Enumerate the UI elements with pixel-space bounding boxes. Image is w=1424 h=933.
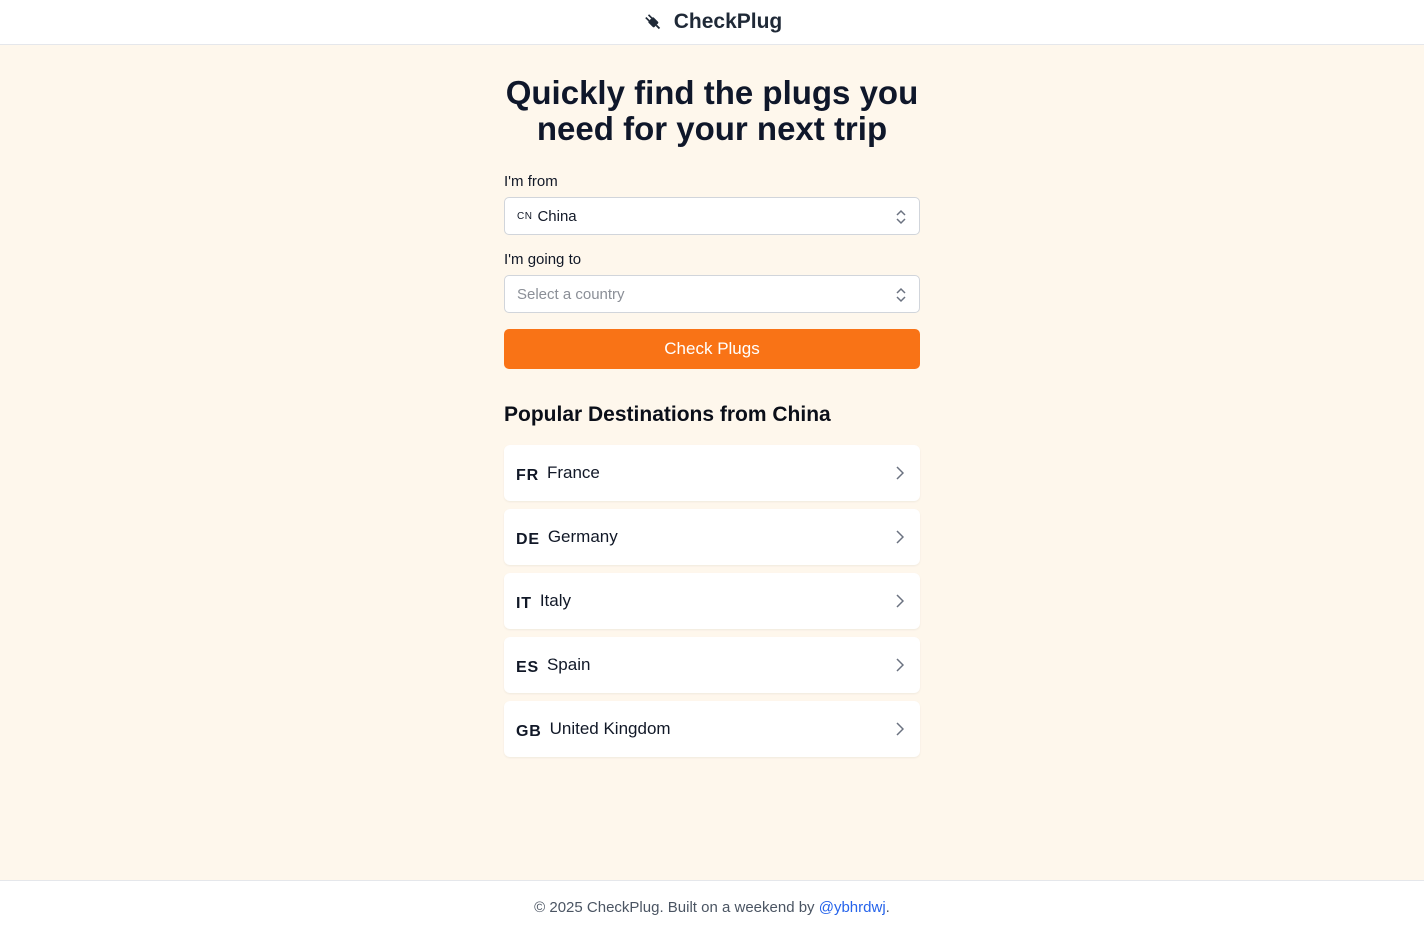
country-name: Italy [539, 591, 572, 610]
plug-icon [642, 11, 664, 33]
chevron-up-down-icon [895, 286, 907, 304]
check-plugs-button[interactable]: Check Plugs [504, 329, 920, 369]
to-country-select[interactable]: Select a country [504, 275, 920, 313]
destination-item-italy[interactable]: IT Italy [504, 573, 920, 629]
destination-item-spain[interactable]: ES Spain [504, 637, 920, 693]
country-code: IT [516, 594, 532, 612]
chevron-right-icon [896, 594, 905, 608]
to-label: I'm going to [504, 251, 582, 268]
author-link[interactable]: @ybhrdwj [819, 899, 886, 916]
main-content: Quickly find the plugs you need for your… [504, 45, 920, 765]
country-code: DE [516, 530, 540, 548]
destination-item-france[interactable]: FR France [504, 445, 920, 501]
popular-destinations-title: Popular Destinations from China [504, 403, 831, 426]
chevron-right-icon [896, 530, 905, 544]
destination-list: FR France DE Germany IT Italy ES Spain G… [504, 445, 920, 757]
country-name: Spain [546, 655, 591, 674]
destination-item-germany[interactable]: DE Germany [504, 509, 920, 565]
country-code: GB [516, 722, 542, 740]
from-label: I'm from [504, 173, 558, 190]
chevron-up-down-icon [895, 208, 907, 226]
chevron-right-icon [896, 658, 905, 672]
country-name: France [546, 463, 600, 482]
destination-item-united-kingdom[interactable]: GB United Kingdom [504, 701, 920, 757]
from-country-select[interactable]: CN China [504, 197, 920, 235]
footer: © 2025 CheckPlug. Built on a weekend by … [0, 880, 1424, 933]
to-country-placeholder: Select a country [517, 285, 625, 303]
country-code: FR [516, 466, 539, 484]
country-name: United Kingdom [549, 719, 671, 738]
country-name: Germany [547, 527, 618, 546]
chevron-right-icon [896, 466, 905, 480]
page-title: Quickly find the plugs you need for your… [505, 74, 919, 147]
brand-name[interactable]: CheckPlug [674, 10, 783, 34]
footer-text: © 2025 CheckPlug. Built on a weekend by [534, 898, 815, 916]
country-code: ES [516, 658, 539, 676]
top-header: CheckPlug [0, 0, 1424, 45]
chevron-right-icon [896, 722, 905, 736]
from-country-code: CN [517, 210, 533, 222]
from-country-value: China [537, 207, 577, 225]
footer-end: . [885, 898, 890, 916]
